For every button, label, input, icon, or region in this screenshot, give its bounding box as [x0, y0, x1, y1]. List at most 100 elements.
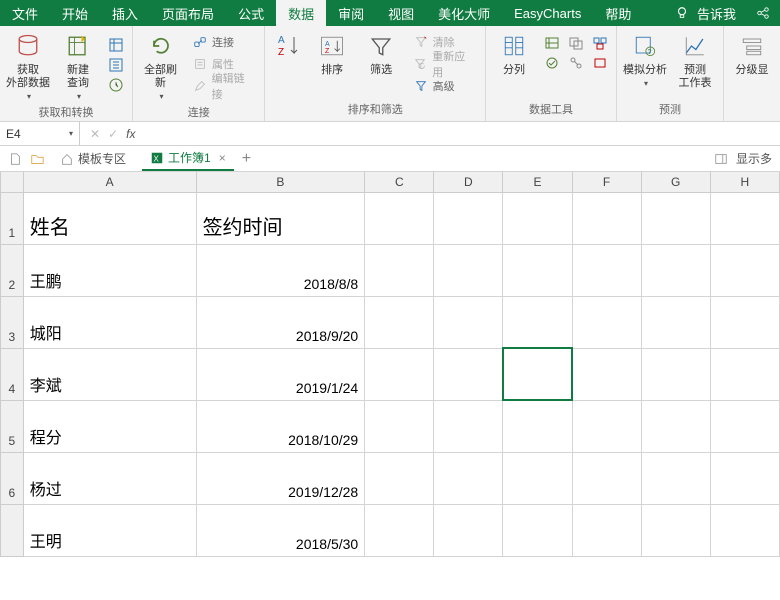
menu-tab-数据[interactable]: 数据	[276, 0, 326, 26]
row-header-6[interactable]: 6	[1, 452, 24, 504]
whatif-button[interactable]: ? 模拟分析▾	[623, 30, 667, 89]
cell-E7[interactable]	[503, 504, 572, 556]
name-box[interactable]: E4▾	[0, 122, 80, 145]
cell-G2[interactable]	[641, 244, 710, 296]
cell-F6[interactable]	[572, 452, 641, 504]
menu-tab-帮助[interactable]: 帮助	[593, 0, 643, 26]
cell-E2[interactable]	[503, 244, 572, 296]
cell-B4[interactable]: 2019/1/24	[196, 348, 365, 400]
cell-F7[interactable]	[572, 504, 641, 556]
select-all-corner[interactable]	[1, 172, 24, 192]
cell-C1[interactable]	[365, 192, 434, 244]
row-header-7[interactable]	[1, 504, 24, 556]
cell-C4[interactable]	[365, 348, 434, 400]
menu-tab-插入[interactable]: 插入	[100, 0, 150, 26]
menu-tab-视图[interactable]: 视图	[376, 0, 426, 26]
col-header-C[interactable]: C	[365, 172, 434, 192]
text-to-columns-button[interactable]: 分列	[492, 30, 536, 77]
refresh-all-button[interactable]: 全部刷新▾	[139, 30, 182, 102]
cell-H1[interactable]	[710, 192, 779, 244]
col-header-G[interactable]: G	[641, 172, 710, 192]
row-header-3[interactable]: 3	[1, 296, 24, 348]
cell-C5[interactable]	[365, 400, 434, 452]
row-header-5[interactable]: 5	[1, 400, 24, 452]
cell-C7[interactable]	[365, 504, 434, 556]
cell-F3[interactable]	[572, 296, 641, 348]
filter-button[interactable]: 筛选	[360, 30, 403, 77]
cell-A5[interactable]: 程分	[23, 400, 196, 452]
panel-icon[interactable]	[714, 152, 728, 166]
cell-E4[interactable]	[503, 348, 572, 400]
cell-H7[interactable]	[710, 504, 779, 556]
col-header-H[interactable]: H	[710, 172, 779, 192]
col-header-D[interactable]: D	[434, 172, 503, 192]
col-header-B[interactable]: B	[196, 172, 365, 192]
advanced-button[interactable]: 高级	[409, 76, 479, 96]
file-icon[interactable]	[8, 152, 22, 166]
from-table-icon[interactable]	[106, 56, 126, 74]
cell-E1[interactable]	[503, 192, 572, 244]
cell-A2[interactable]: 王鹏	[23, 244, 196, 296]
cell-F2[interactable]	[572, 244, 641, 296]
col-header-E[interactable]: E	[503, 172, 572, 192]
cell-B5[interactable]: 2018/10/29	[196, 400, 365, 452]
cell-A1[interactable]: 姓名	[23, 192, 196, 244]
cell-D1[interactable]	[434, 192, 503, 244]
cancel-icon[interactable]: ✕	[90, 127, 100, 141]
cell-G1[interactable]	[641, 192, 710, 244]
forecast-sheet-button[interactable]: 预测 工作表	[673, 30, 717, 90]
cell-H4[interactable]	[710, 348, 779, 400]
close-icon[interactable]: ×	[219, 151, 226, 165]
connections-button[interactable]: 连接	[188, 32, 258, 52]
cell-G7[interactable]	[641, 504, 710, 556]
menu-tab-审阅[interactable]: 审阅	[326, 0, 376, 26]
data-validation-icon[interactable]	[542, 54, 562, 72]
cell-B1[interactable]: 签约时间	[196, 192, 365, 244]
menu-tab-页面布局[interactable]: 页面布局	[150, 0, 226, 26]
manage-data-model-icon[interactable]	[590, 54, 610, 72]
cell-E3[interactable]	[503, 296, 572, 348]
cell-A6[interactable]: 杨过	[23, 452, 196, 504]
sort-asc-button[interactable]: AZ	[271, 30, 304, 62]
cell-A4[interactable]: 李斌	[23, 348, 196, 400]
fx-icon[interactable]: fx	[126, 127, 135, 141]
cell-E5[interactable]	[503, 400, 572, 452]
add-tab-button[interactable]: +	[242, 150, 251, 168]
cell-C3[interactable]	[365, 296, 434, 348]
share-icon[interactable]	[756, 6, 770, 20]
group-outline-button[interactable]: 分级显	[730, 30, 774, 77]
reapply-button[interactable]: 重新应用	[409, 54, 479, 74]
cell-D7[interactable]	[434, 504, 503, 556]
cell-C6[interactable]	[365, 452, 434, 504]
spreadsheet[interactable]: ABCDEFGH1姓名签约时间2王鹏2018/8/83城阳2018/9/204李…	[0, 172, 780, 557]
cell-G3[interactable]	[641, 296, 710, 348]
cell-D6[interactable]	[434, 452, 503, 504]
cell-A7[interactable]: 王明	[23, 504, 196, 556]
cell-G5[interactable]	[641, 400, 710, 452]
sort-button[interactable]: AZ 排序	[311, 30, 354, 77]
menu-tab-文件[interactable]: 文件	[0, 0, 50, 26]
cell-G4[interactable]	[641, 348, 710, 400]
cell-H3[interactable]	[710, 296, 779, 348]
cell-H6[interactable]	[710, 452, 779, 504]
cell-H5[interactable]	[710, 400, 779, 452]
consolidate-icon[interactable]	[590, 34, 610, 52]
edit-links-button[interactable]: 编辑链接	[188, 76, 258, 96]
cell-G6[interactable]	[641, 452, 710, 504]
tell-me[interactable]: 告诉我	[697, 4, 736, 23]
folder-icon[interactable]	[30, 152, 44, 166]
cell-E6[interactable]	[503, 452, 572, 504]
menu-tab-EasyCharts[interactable]: EasyCharts	[502, 0, 593, 26]
cell-A3[interactable]: 城阳	[23, 296, 196, 348]
cell-F1[interactable]	[572, 192, 641, 244]
show-queries-icon[interactable]	[106, 36, 126, 54]
new-query-button[interactable]: 新建 查询▾	[56, 30, 100, 102]
workbook-tab[interactable]: X 工作簿1 ×	[142, 147, 234, 171]
row-header-1[interactable]: 1	[1, 192, 24, 244]
templates-tab[interactable]: 模板专区	[52, 147, 134, 171]
remove-duplicates-icon[interactable]	[566, 34, 586, 52]
col-header-F[interactable]: F	[572, 172, 641, 192]
cell-C2[interactable]	[365, 244, 434, 296]
show-more-label[interactable]: 显示多	[736, 150, 772, 167]
cell-B3[interactable]: 2018/9/20	[196, 296, 365, 348]
